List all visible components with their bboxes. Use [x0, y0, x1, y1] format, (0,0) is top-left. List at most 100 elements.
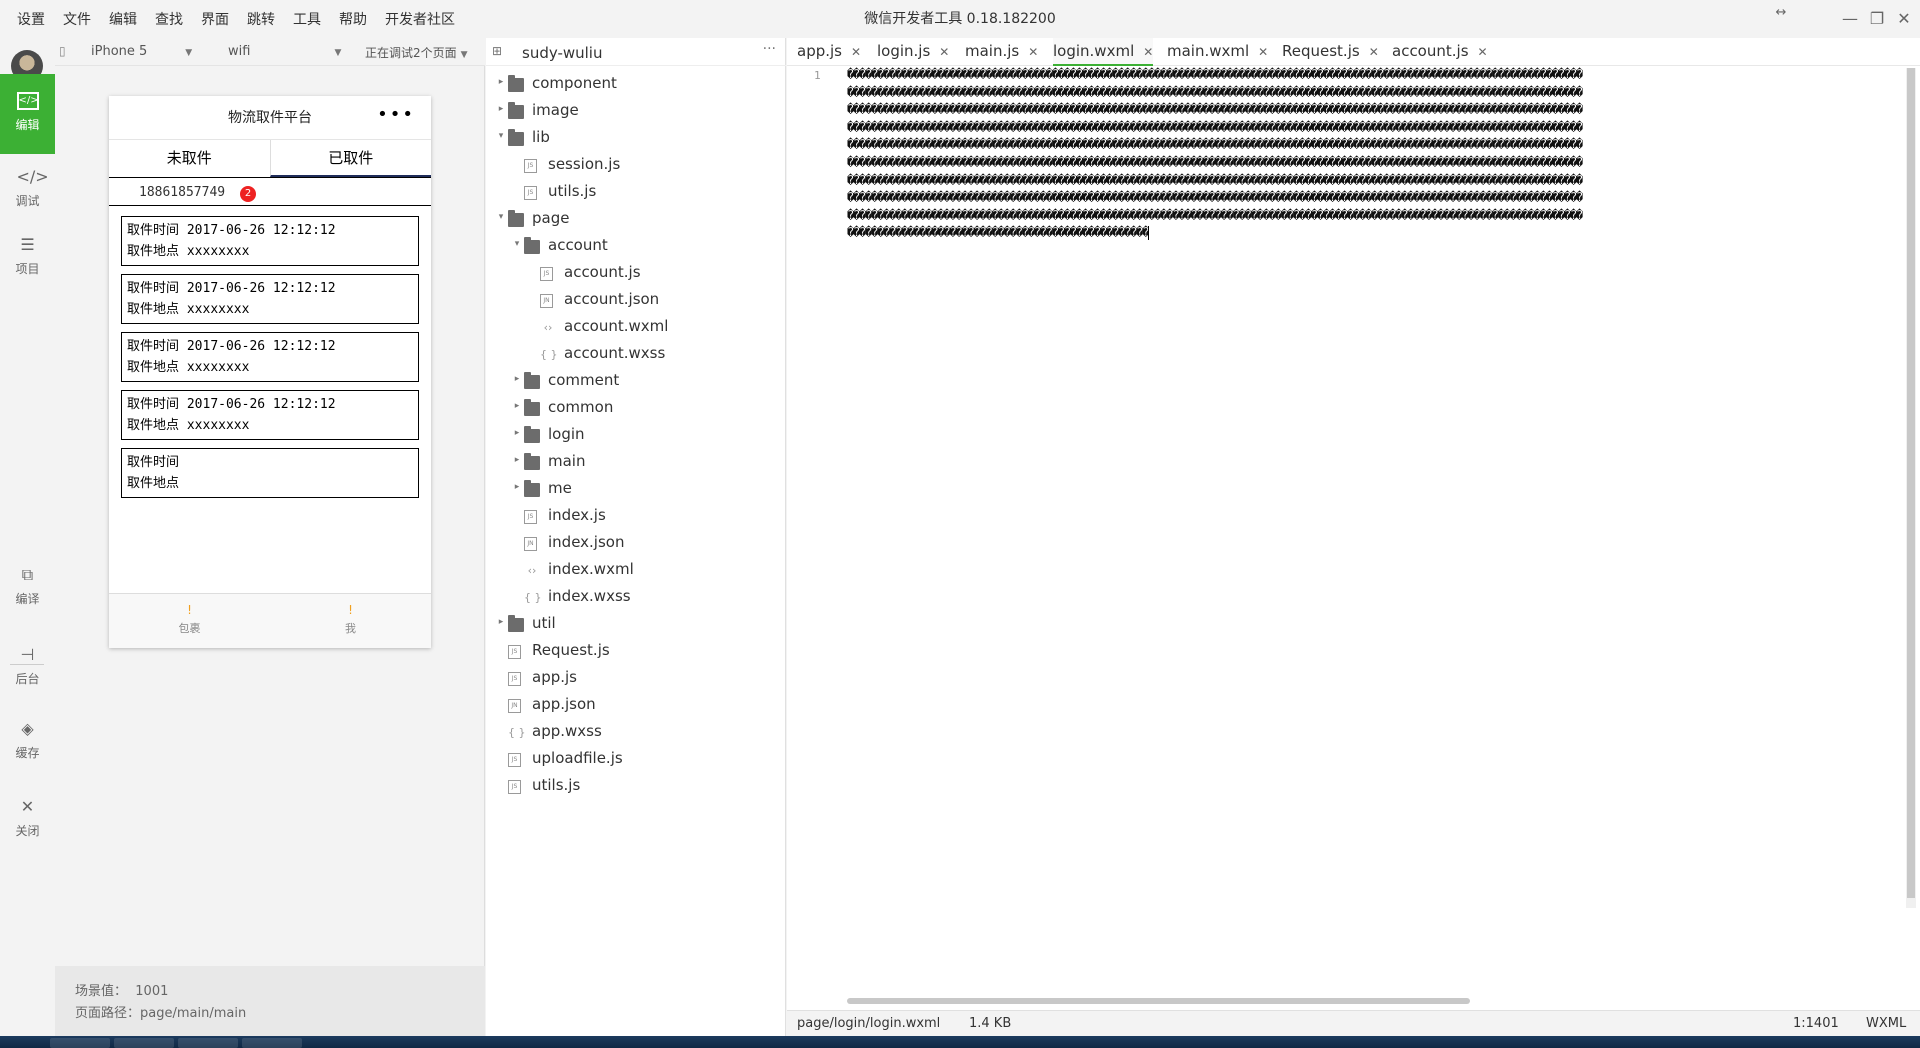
close-tab-icon[interactable]: ✕	[1143, 45, 1153, 59]
tree-folder[interactable]: ▸ util	[486, 612, 786, 639]
chevron-right-icon[interactable]: ▸	[512, 482, 522, 492]
editor-tab[interactable]: login.js ✕	[877, 38, 949, 66]
explorer-more-button[interactable]: ···	[763, 41, 776, 57]
close-tab-icon[interactable]: ✕	[1369, 45, 1379, 59]
editor-tab[interactable]: login.wxml ✕	[1053, 38, 1154, 66]
activity-close[interactable]: ✕ 关闭	[0, 780, 55, 860]
tree-file[interactable]: JN account.json	[486, 288, 786, 315]
record-card[interactable]: 取件时间 2017-06-26 12:12:12 取件地点 xxxxxxxx	[121, 274, 419, 324]
tree-file[interactable]: JS index.js	[486, 504, 786, 531]
vertical-scrollbar-thumb[interactable]	[1907, 68, 1915, 898]
code-area[interactable]: ����������������������������������������…	[847, 66, 1907, 1046]
status-cursor-position[interactable]: 1:1401	[1793, 1016, 1839, 1031]
close-tab-icon[interactable]: ✕	[1028, 45, 1038, 59]
menu-item[interactable]: 设置	[8, 9, 54, 29]
tree-file[interactable]: ‹› account.wxml	[486, 315, 786, 342]
menu-item[interactable]: 开发者社区	[376, 9, 464, 29]
tree-file[interactable]: JS session.js	[486, 153, 786, 180]
record-card[interactable]: 取件时间 2017-06-26 12:12:12 取件地点 xxxxxxxx	[121, 216, 419, 266]
tree-file[interactable]: JS uploadfile.js	[486, 747, 786, 774]
tree-file[interactable]: JS Request.js	[486, 639, 786, 666]
chevron-right-icon[interactable]: ▸	[512, 374, 522, 384]
menu-item[interactable]: 帮助	[330, 9, 376, 29]
minimize-button[interactable]: —	[1839, 8, 1861, 30]
wxml-file-icon: ‹›	[527, 564, 537, 577]
maximize-button[interactable]: ❐	[1866, 8, 1888, 30]
chevron-right-icon[interactable]: ▸	[496, 77, 506, 87]
record-card[interactable]: 取件时间 2017-06-26 12:12:12 取件地点 xxxxxxxx	[121, 390, 419, 440]
more-menu-button[interactable]: •••	[377, 104, 415, 125]
editor-tab[interactable]: main.wxml ✕	[1167, 38, 1268, 66]
editor-tab[interactable]: app.js ✕	[797, 38, 861, 66]
activity-layers[interactable]: ◈ 缓存	[0, 702, 55, 782]
chevron-right-icon[interactable]: ▸	[512, 455, 522, 465]
activity-compile[interactable]: ⧉ 编译	[0, 548, 55, 628]
tree-folder[interactable]: ▾ account	[486, 234, 786, 261]
activity-code-box[interactable]: </> 编辑	[0, 74, 55, 154]
taskbar-app-button[interactable]	[242, 1038, 302, 1048]
folder-open-icon	[524, 237, 540, 254]
close-tab-icon[interactable]: ✕	[851, 45, 861, 59]
taskbar-app-button[interactable]	[178, 1038, 238, 1048]
tree-file[interactable]: ‹› index.wxml	[486, 558, 786, 585]
chevron-right-icon[interactable]: ▸	[512, 401, 522, 411]
taskbar-app-button[interactable]	[114, 1038, 174, 1048]
menu-item[interactable]: 查找	[146, 9, 192, 29]
tree-file[interactable]: JN index.json	[486, 531, 786, 558]
tree-file[interactable]: JS utils.js	[486, 180, 786, 207]
tree-folder[interactable]: ▸ common	[486, 396, 786, 423]
tree-folder[interactable]: ▸ image	[486, 99, 786, 126]
close-window-button[interactable]: ✕	[1893, 8, 1915, 30]
horizontal-scrollbar-thumb[interactable]	[847, 998, 1470, 1004]
activity-label: 调试	[15, 194, 40, 208]
chevron-down-icon[interactable]: ▾	[512, 239, 522, 249]
tab-picked[interactable]: 已取件	[269, 140, 431, 177]
record-card[interactable]: 取件时间 取件地点	[121, 448, 419, 498]
menu-item[interactable]: 文件	[54, 9, 100, 29]
menu-item[interactable]: 界面	[192, 9, 238, 29]
tree-file[interactable]: JS account.js	[486, 261, 786, 288]
menu-item[interactable]: 跳转	[238, 9, 284, 29]
chevron-down-icon[interactable]: ▾	[496, 212, 506, 222]
menu-item[interactable]: 工具	[284, 9, 330, 29]
tabbar-item-me[interactable]: ! 我	[270, 594, 431, 648]
close-tab-icon[interactable]: ✕	[1258, 45, 1268, 59]
tree-folder[interactable]: ▾ lib	[486, 126, 786, 153]
device-select[interactable]: iPhone 5 ▼	[91, 44, 192, 59]
phone-frame-icon[interactable]: ▯	[59, 44, 66, 58]
tree-file[interactable]: { } app.wxss	[486, 720, 786, 747]
debug-pages-select[interactable]: 正在调试2个页面 ▼	[365, 44, 468, 61]
tree-file[interactable]: { } index.wxss	[486, 585, 786, 612]
chevron-right-icon[interactable]: ▸	[512, 428, 522, 438]
editor-tab[interactable]: Request.js ✕	[1282, 38, 1379, 66]
chevron-down-icon[interactable]: ▾	[496, 131, 506, 141]
tree-folder[interactable]: ▸ comment	[486, 369, 786, 396]
record-card[interactable]: 取件时间 2017-06-26 12:12:12 取件地点 xxxxxxxx	[121, 332, 419, 382]
tree-folder[interactable]: ▾ page	[486, 207, 786, 234]
activity-backend[interactable]: ⊣ 后台	[0, 628, 55, 708]
editor-tab-strip: app.js ✕ login.js ✕ main.js ✕ login.wxml ✕ main.…	[787, 38, 1920, 66]
activity-list[interactable]: ☰ 项目	[0, 218, 55, 298]
tree-folder[interactable]: ▸ login	[486, 423, 786, 450]
chevron-right-icon[interactable]: ▸	[496, 104, 506, 114]
code-text: ����������������������������������������…	[847, 84, 1583, 99]
editor-tab[interactable]: main.js ✕	[965, 38, 1038, 66]
editor-tab[interactable]: account.js ✕	[1392, 38, 1488, 66]
taskbar-app-button[interactable]	[50, 1038, 110, 1048]
resize-arrows-icon[interactable]: ↔	[1770, 2, 1792, 24]
close-tab-icon[interactable]: ✕	[939, 45, 949, 59]
menu-item[interactable]: 编辑	[100, 9, 146, 29]
tree-folder[interactable]: ▸ me	[486, 477, 786, 504]
tab-not-picked[interactable]: 未取件	[109, 140, 270, 177]
network-select[interactable]: wifi ▼	[228, 44, 341, 59]
tabbar-item-packages[interactable]: ! 包裹	[109, 594, 270, 648]
chevron-right-icon[interactable]: ▸	[496, 617, 506, 627]
tree-file[interactable]: { } account.wxss	[486, 342, 786, 369]
tree-folder[interactable]: ▸ main	[486, 450, 786, 477]
status-language[interactable]: WXML	[1866, 1016, 1906, 1031]
tree-file[interactable]: JN app.json	[486, 693, 786, 720]
close-tab-icon[interactable]: ✕	[1478, 45, 1488, 59]
tree-file[interactable]: JS utils.js	[486, 774, 786, 801]
tree-file[interactable]: JS app.js	[486, 666, 786, 693]
tree-folder[interactable]: ▸ component	[486, 72, 786, 99]
